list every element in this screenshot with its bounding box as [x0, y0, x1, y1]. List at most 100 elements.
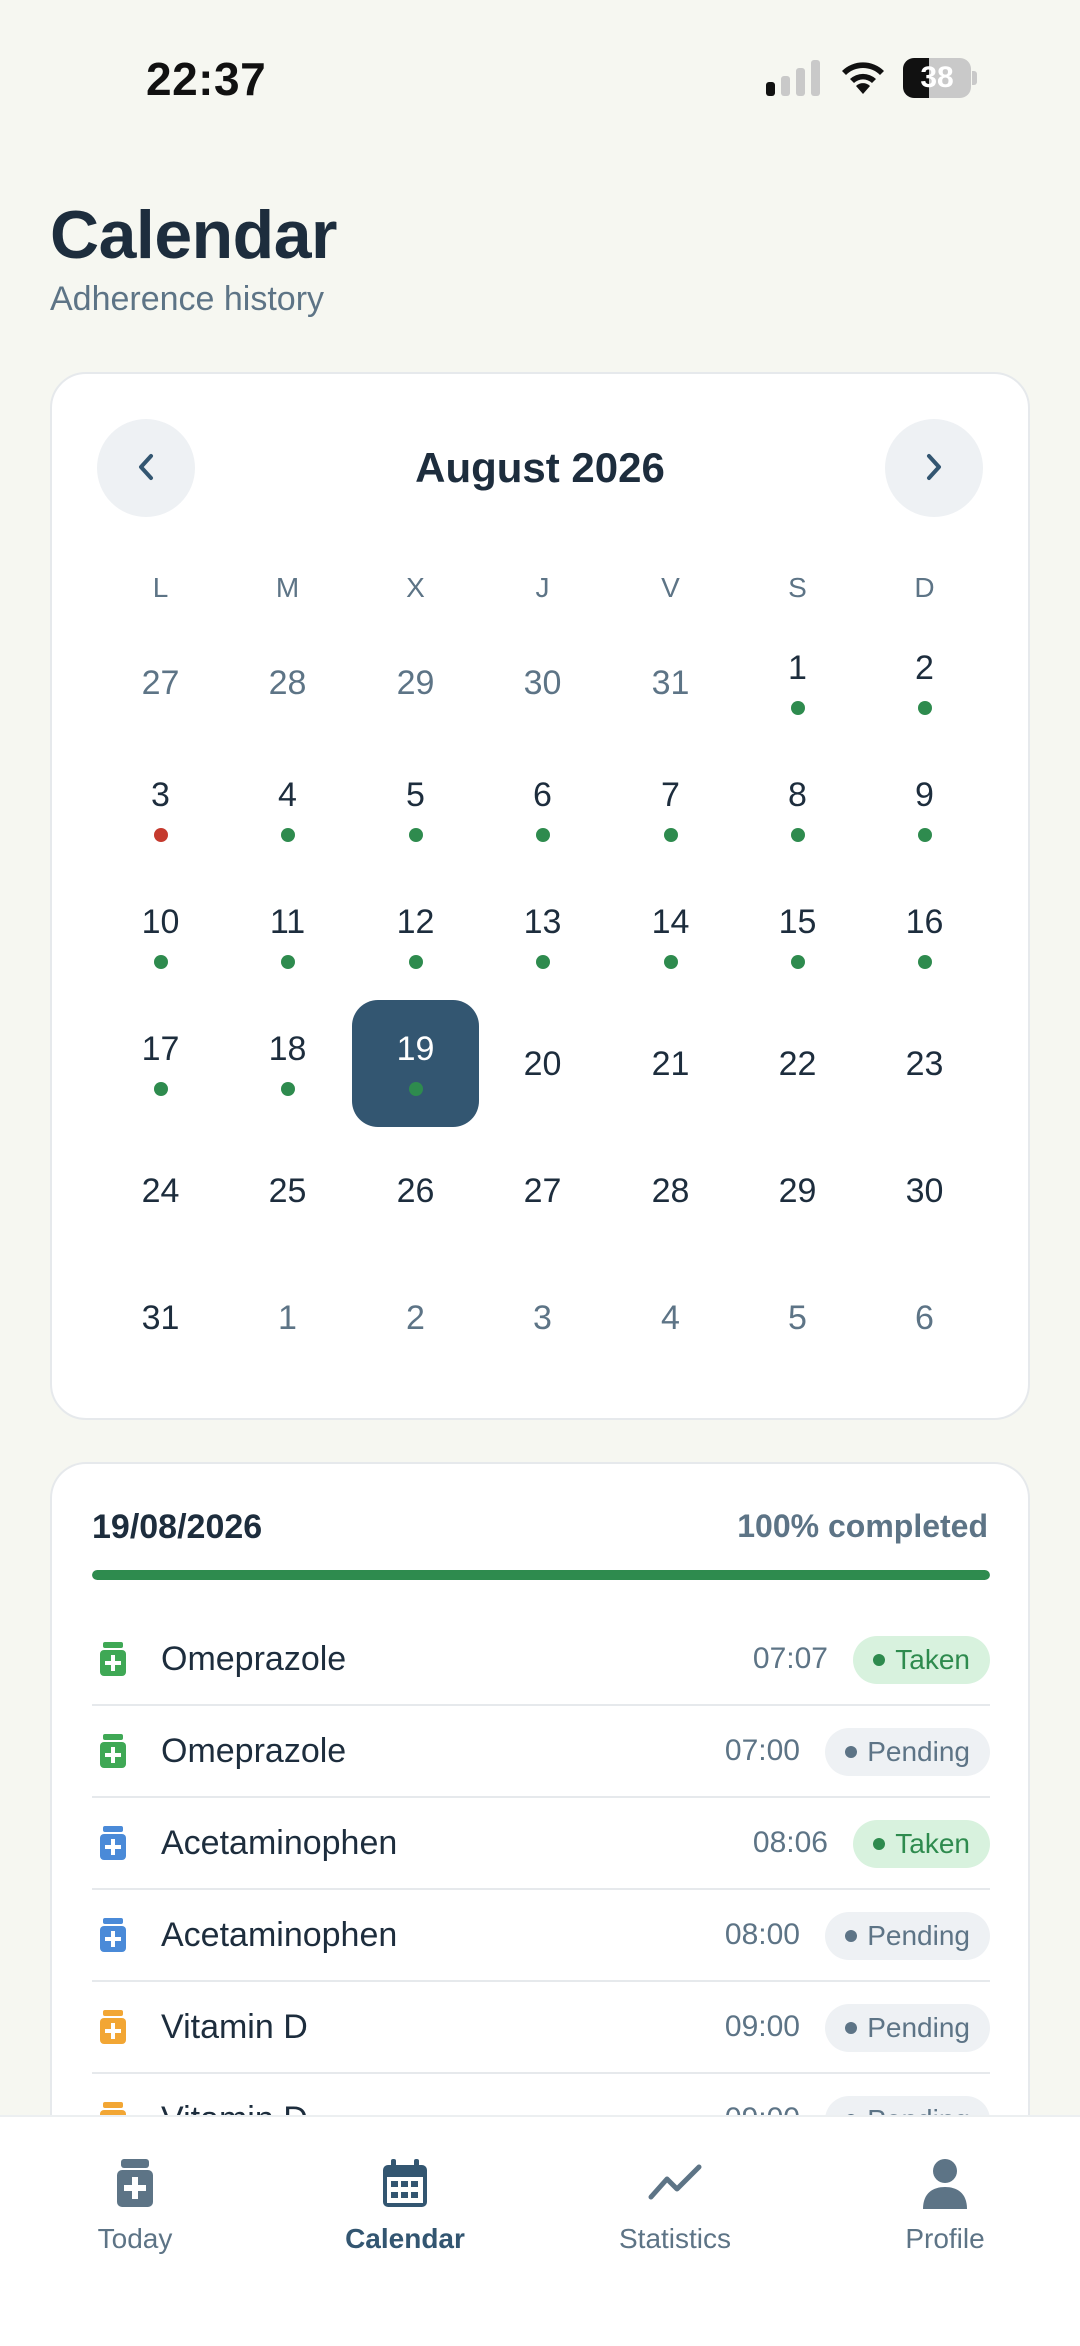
- calendar-day[interactable]: 29: [352, 619, 479, 746]
- nav-profile[interactable]: Profile: [845, 2155, 1045, 2255]
- calendar-day[interactable]: 4: [224, 746, 351, 873]
- next-month-button[interactable]: [885, 419, 983, 517]
- calendar-day[interactable]: 25: [224, 1127, 351, 1254]
- calendar-day[interactable]: 15: [734, 873, 861, 1000]
- calendar-day[interactable]: 20: [479, 1000, 606, 1127]
- calendar-day[interactable]: 18: [224, 1000, 351, 1127]
- calendar-day[interactable]: 12: [352, 873, 479, 1000]
- progress-fill: [92, 1570, 990, 1580]
- day-number: 25: [268, 1171, 307, 1210]
- day-number: 27: [523, 1171, 562, 1210]
- adherence-dot: [917, 700, 932, 715]
- calendar-day[interactable]: 3: [97, 746, 224, 873]
- calendar-day[interactable]: 28: [224, 619, 351, 746]
- adherence-dot: [790, 827, 805, 842]
- medication-row[interactable]: Acetaminophen 08:06 Taken: [92, 1798, 990, 1890]
- weekday-label: S: [788, 572, 807, 603]
- battery-level: 38: [920, 61, 954, 94]
- nav-statistics[interactable]: Statistics: [575, 2155, 775, 2255]
- status-badge[interactable]: Pending: [825, 1912, 990, 1960]
- nav-calendar[interactable]: Calendar: [305, 2155, 505, 2255]
- calendar-day[interactable]: 7: [607, 746, 734, 873]
- calendar-day[interactable]: 31: [607, 619, 734, 746]
- day-number: 6: [915, 1298, 934, 1337]
- wifi-icon: [838, 56, 888, 96]
- medication-row[interactable]: Acetaminophen 08:00 Pending: [92, 1890, 990, 1982]
- calendar-day[interactable]: 1: [224, 1254, 351, 1381]
- day-number: 31: [651, 663, 690, 702]
- calendar-day[interactable]: 5: [734, 1254, 861, 1381]
- chart-line-icon: [647, 2155, 703, 2211]
- calendar-day[interactable]: 5: [352, 746, 479, 873]
- calendar-day[interactable]: 27: [479, 1127, 606, 1254]
- medication-name: Omeprazole: [161, 1732, 347, 1770]
- calendar-card: August 2026 LMXJVSD 27 28 29 30 31 1 2 3 4 5 6 7 8 9 1…: [50, 372, 1030, 1420]
- weekday-label: V: [661, 572, 680, 603]
- calendar-day[interactable]: 30: [479, 619, 606, 746]
- adherence-dot: [153, 1081, 168, 1096]
- calendar-day-selected[interactable]: 19: [352, 1000, 479, 1127]
- calendar-day[interactable]: 6: [861, 1254, 988, 1381]
- calendar-day[interactable]: 29: [734, 1127, 861, 1254]
- adherence-dot: [917, 954, 932, 969]
- day-number: 28: [268, 663, 307, 702]
- adherence-dot: [408, 954, 423, 969]
- day-number: 2: [915, 648, 934, 687]
- day-number: 10: [141, 902, 180, 941]
- adherence-dot: [663, 954, 678, 969]
- calendar-day[interactable]: 24: [97, 1127, 224, 1254]
- day-number: 24: [141, 1171, 180, 1210]
- calendar-day[interactable]: 17: [97, 1000, 224, 1127]
- previous-month-button[interactable]: [97, 419, 195, 517]
- calendar-day[interactable]: 23: [861, 1000, 988, 1127]
- calendar-day[interactable]: 11: [224, 873, 351, 1000]
- status-dot: [845, 1746, 858, 1758]
- person-icon: [917, 2155, 973, 2211]
- nav-today[interactable]: Today: [35, 2155, 235, 2255]
- calendar-day[interactable]: 16: [861, 873, 988, 1000]
- medication-name: Omeprazole: [161, 1640, 347, 1678]
- page-title: Calendar: [50, 197, 338, 273]
- calendar-day[interactable]: 26: [352, 1127, 479, 1254]
- calendar-day[interactable]: 28: [607, 1127, 734, 1254]
- calendar-day[interactable]: 30: [861, 1127, 988, 1254]
- calendar-day[interactable]: 4: [607, 1254, 734, 1381]
- medication-row[interactable]: Vitamin D 09:00 Pending: [92, 1982, 990, 2074]
- adherence-dot: [790, 954, 805, 969]
- calendar-day[interactable]: 21: [607, 1000, 734, 1127]
- medication-name: Acetaminophen: [161, 1916, 398, 1954]
- status-badge[interactable]: Taken: [853, 1636, 990, 1684]
- day-number: 1: [788, 648, 807, 687]
- nav-label: Profile: [905, 2223, 985, 2254]
- day-number: 31: [141, 1298, 180, 1337]
- status-badge[interactable]: Taken: [853, 1820, 990, 1868]
- calendar-day[interactable]: 31: [97, 1254, 224, 1381]
- day-number: 8: [788, 775, 807, 814]
- pill-bottle-icon: [100, 2010, 126, 2044]
- calendar-day[interactable]: 13: [479, 873, 606, 1000]
- calendar-day[interactable]: 14: [607, 873, 734, 1000]
- calendar-day[interactable]: 2: [861, 619, 988, 746]
- adherence-dot: [408, 1081, 423, 1096]
- status-badge[interactable]: Pending: [825, 1728, 990, 1776]
- calendar-day[interactable]: 10: [97, 873, 224, 1000]
- calendar-day[interactable]: 2: [352, 1254, 479, 1381]
- adherence-dot: [535, 954, 550, 969]
- calendar-day[interactable]: 8: [734, 746, 861, 873]
- calendar-day[interactable]: 27: [97, 619, 224, 746]
- medication-time: 09:00: [724, 2010, 800, 2043]
- weekday-label: D: [914, 572, 935, 603]
- medication-row[interactable]: Omeprazole 07:00 Pending: [92, 1706, 990, 1798]
- calendar-day[interactable]: 6: [479, 746, 606, 873]
- missed-dose-dot: [153, 827, 168, 842]
- status-badge[interactable]: Pending: [825, 2004, 990, 2052]
- completion-progress-bar: [92, 1570, 990, 1580]
- calendar-day[interactable]: 3: [479, 1254, 606, 1381]
- day-number: 4: [661, 1298, 680, 1337]
- calendar-day[interactable]: 9: [861, 746, 988, 873]
- calendar-day[interactable]: 22: [734, 1000, 861, 1127]
- medication-row[interactable]: Omeprazole 07:07 Taken: [92, 1614, 990, 1706]
- day-number: 30: [905, 1171, 944, 1210]
- calendar-day[interactable]: 1: [734, 619, 861, 746]
- day-number: 29: [778, 1171, 817, 1210]
